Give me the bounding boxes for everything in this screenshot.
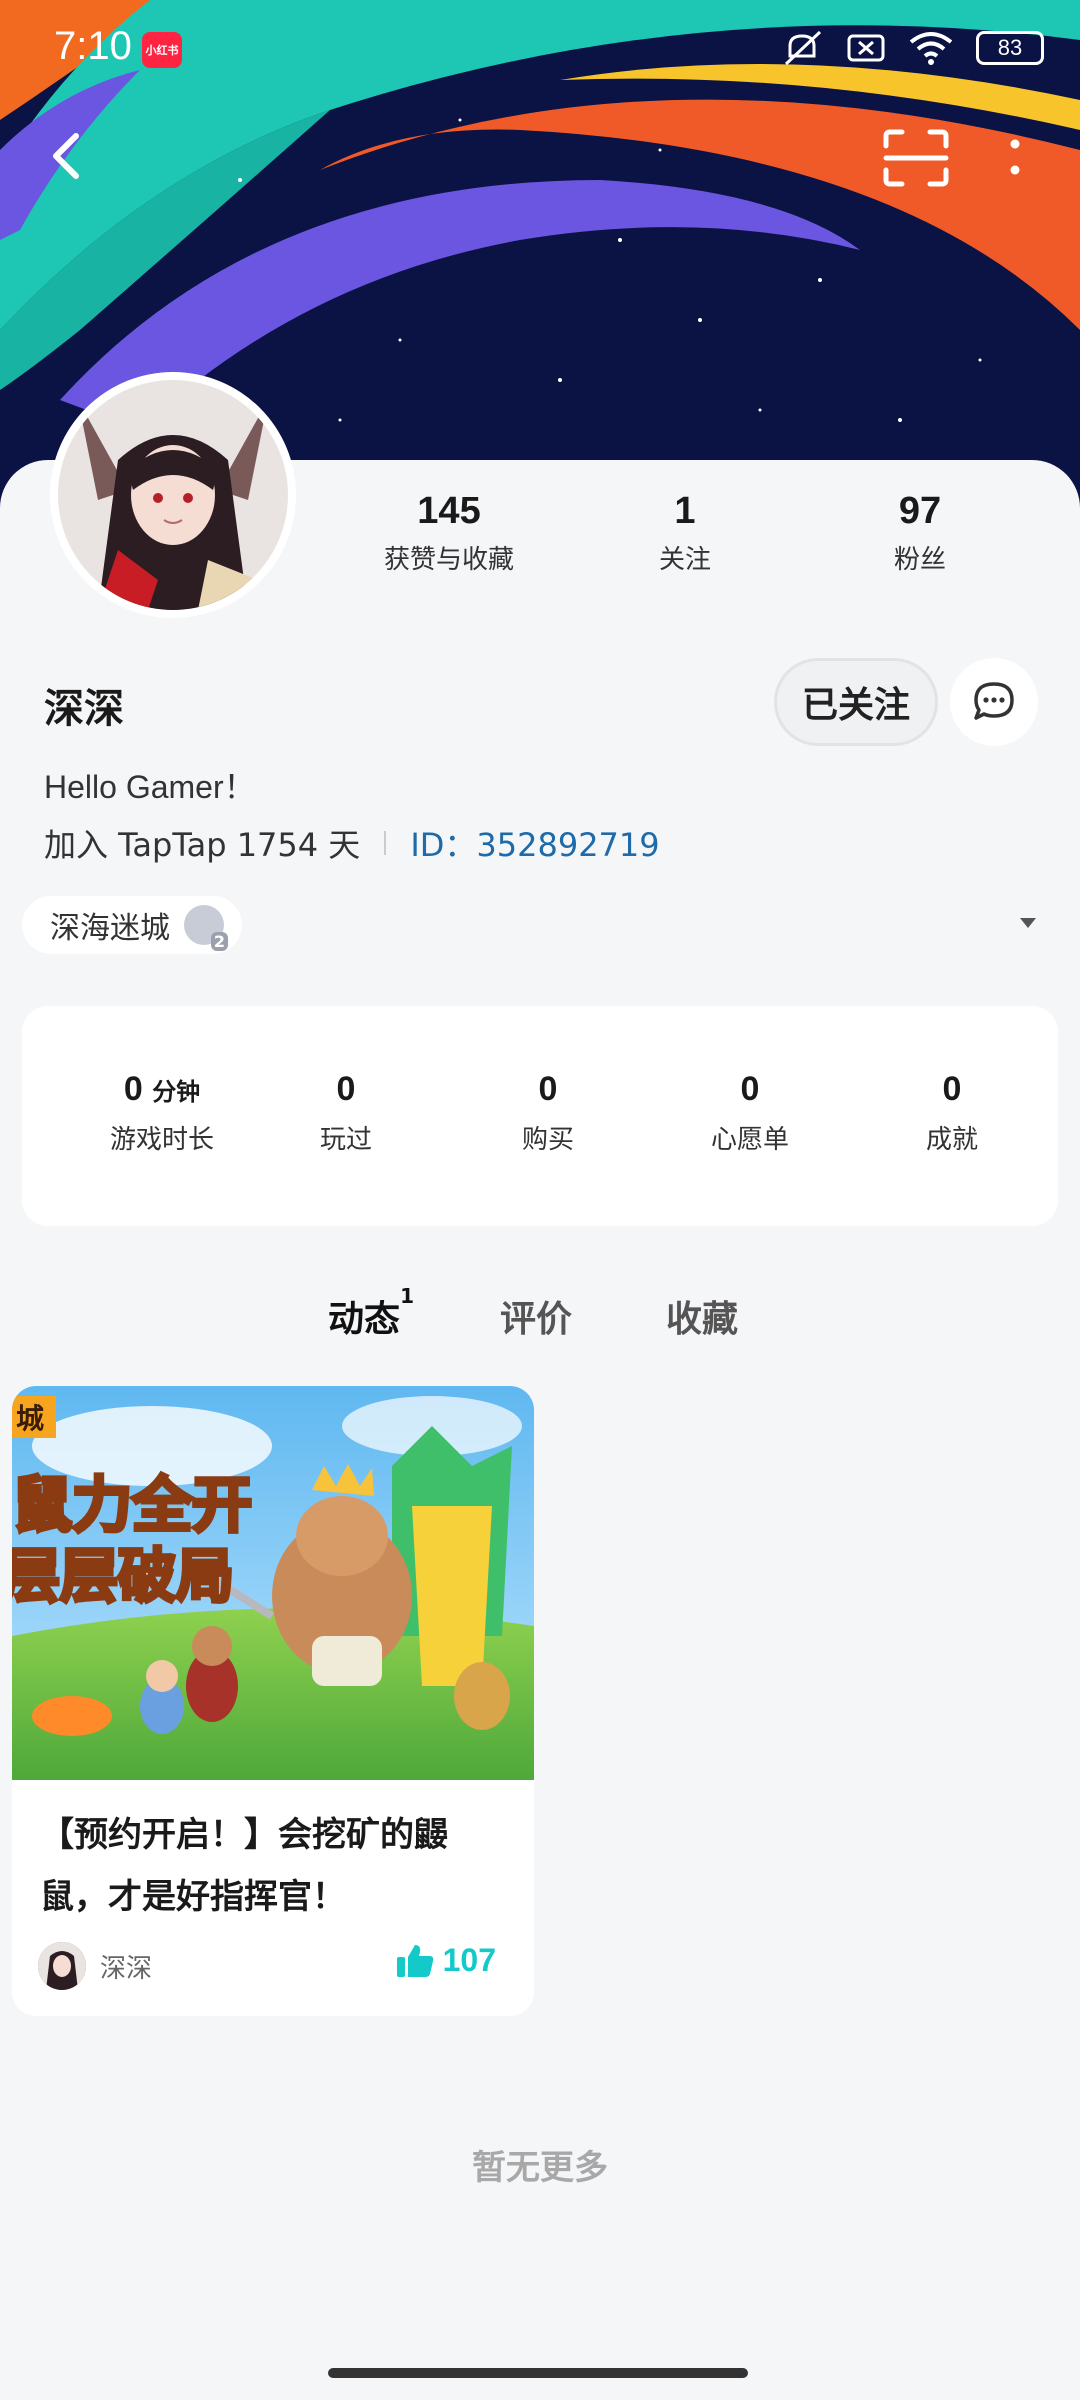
tab-moments-count: 1 — [400, 1284, 415, 1308]
thumbs-up-icon — [396, 1944, 433, 1977]
bio-text: Hello Gamer！ — [44, 769, 256, 805]
stat-likes-count: 145 — [417, 490, 481, 532]
stat-achievements[interactable]: 0 成就 — [862, 1070, 1042, 1156]
user-id[interactable]: ID：352892719 — [410, 820, 659, 866]
like-button[interactable]: 107 — [395, 1942, 496, 1979]
notification-app-badge: 小红书 — [142, 32, 182, 68]
tab-moments[interactable]: 动态 1 — [328, 1284, 414, 1342]
home-indicator[interactable] — [328, 2368, 748, 2378]
scan-icon[interactable] — [882, 128, 950, 188]
post-author[interactable]: 深深 — [38, 1942, 152, 1990]
post-cover-image: 鼠力全开 层层破局 城 — [12, 1386, 534, 1780]
stat-wishlist[interactable]: 0 心愿单 — [660, 1070, 840, 1156]
back-icon[interactable] — [40, 126, 100, 186]
no-more-text: 暂无更多 — [472, 2148, 608, 2188]
post-title[interactable]: 【预约开启！】会挖矿的鼹鼠，才是好指挥官！ — [40, 1804, 510, 1928]
mute-icon — [784, 30, 822, 66]
guild-name: 深海迷城 — [50, 911, 170, 946]
stat-likes[interactable]: 145 获赞与收藏 — [376, 490, 522, 576]
avatar-image — [58, 380, 288, 610]
tab-moments-label: 动态 — [328, 1299, 401, 1340]
stat-playtime[interactable]: 0 分钟 游戏时长 — [72, 1070, 252, 1156]
like-count: 107 — [442, 1942, 496, 1978]
following-button[interactable]: 已关注 — [774, 658, 938, 746]
stat-following-count: 1 — [674, 490, 696, 532]
more-icon[interactable] — [1000, 128, 1030, 188]
played-label: 玩过 — [319, 1125, 372, 1155]
status-time: 7:10 — [54, 24, 132, 68]
guild-level: 2 — [210, 932, 228, 951]
join-days: 加入 TapTap 1754 天 — [44, 826, 361, 864]
tab-reviews[interactable]: 评价 — [500, 1290, 572, 1342]
game-stats-card: 0 分钟 游戏时长 0 玩过 0 购买 0 心愿单 0 成就 — [22, 1006, 1058, 1226]
stat-played[interactable]: 0 玩过 — [256, 1070, 436, 1156]
bought-value: 0 — [538, 1070, 558, 1108]
achievements-value: 0 — [942, 1070, 962, 1108]
join-info: 加入 TapTap 1754 天 ID：352892719 — [44, 820, 660, 866]
stat-followers-count: 97 — [898, 490, 942, 532]
stat-followers[interactable]: 97 粉丝 — [870, 490, 970, 576]
message-button[interactable] — [950, 658, 1038, 746]
battery-indicator: 83 — [976, 31, 1044, 65]
wishlist-value: 0 — [740, 1070, 760, 1108]
status-bar: 7:10 小红书 83 — [0, 0, 1080, 100]
no-sim-icon — [847, 34, 885, 62]
guild-tag[interactable]: 深海迷城 2 — [22, 896, 242, 954]
bought-label: 购买 — [521, 1125, 574, 1155]
stat-following[interactable]: 1 关注 — [640, 490, 730, 576]
status-icons: 83 — [780, 28, 1044, 68]
played-value: 0 — [336, 1070, 356, 1108]
stat-followers-label: 粉丝 — [893, 545, 946, 575]
expand-arrow-icon[interactable] — [1020, 918, 1036, 928]
achievements-label: 成就 — [925, 1125, 978, 1155]
author-name: 深深 — [100, 1953, 153, 1984]
post-image-headline-2: 层层破局 — [12, 1542, 234, 1610]
avatar[interactable] — [50, 372, 296, 618]
author-avatar — [38, 1942, 86, 1990]
tab-favorites[interactable]: 收藏 — [666, 1290, 738, 1342]
guild-level-badge: 2 — [184, 905, 228, 951]
playtime-label: 游戏时长 — [109, 1125, 214, 1155]
wifi-icon — [909, 32, 953, 65]
username: 深深 — [44, 686, 124, 732]
stat-likes-label: 获赞与收藏 — [383, 545, 514, 575]
post-image-corner-text: 城 — [16, 1402, 44, 1435]
playtime-unit: 分钟 — [152, 1079, 201, 1106]
stat-bought[interactable]: 0 购买 — [458, 1070, 638, 1156]
divider — [384, 831, 387, 855]
chat-icon — [974, 682, 1014, 720]
wishlist-label: 心愿单 — [710, 1125, 789, 1155]
post-image-headline-1: 鼠力全开 — [12, 1471, 252, 1541]
playtime-value: 0 — [123, 1070, 143, 1108]
post-card[interactable]: 鼠力全开 层层破局 城 【预约开启！】会挖矿的鼹鼠，才是好指挥官！ 深深 107 — [12, 1386, 534, 2016]
stat-following-label: 关注 — [658, 545, 711, 575]
